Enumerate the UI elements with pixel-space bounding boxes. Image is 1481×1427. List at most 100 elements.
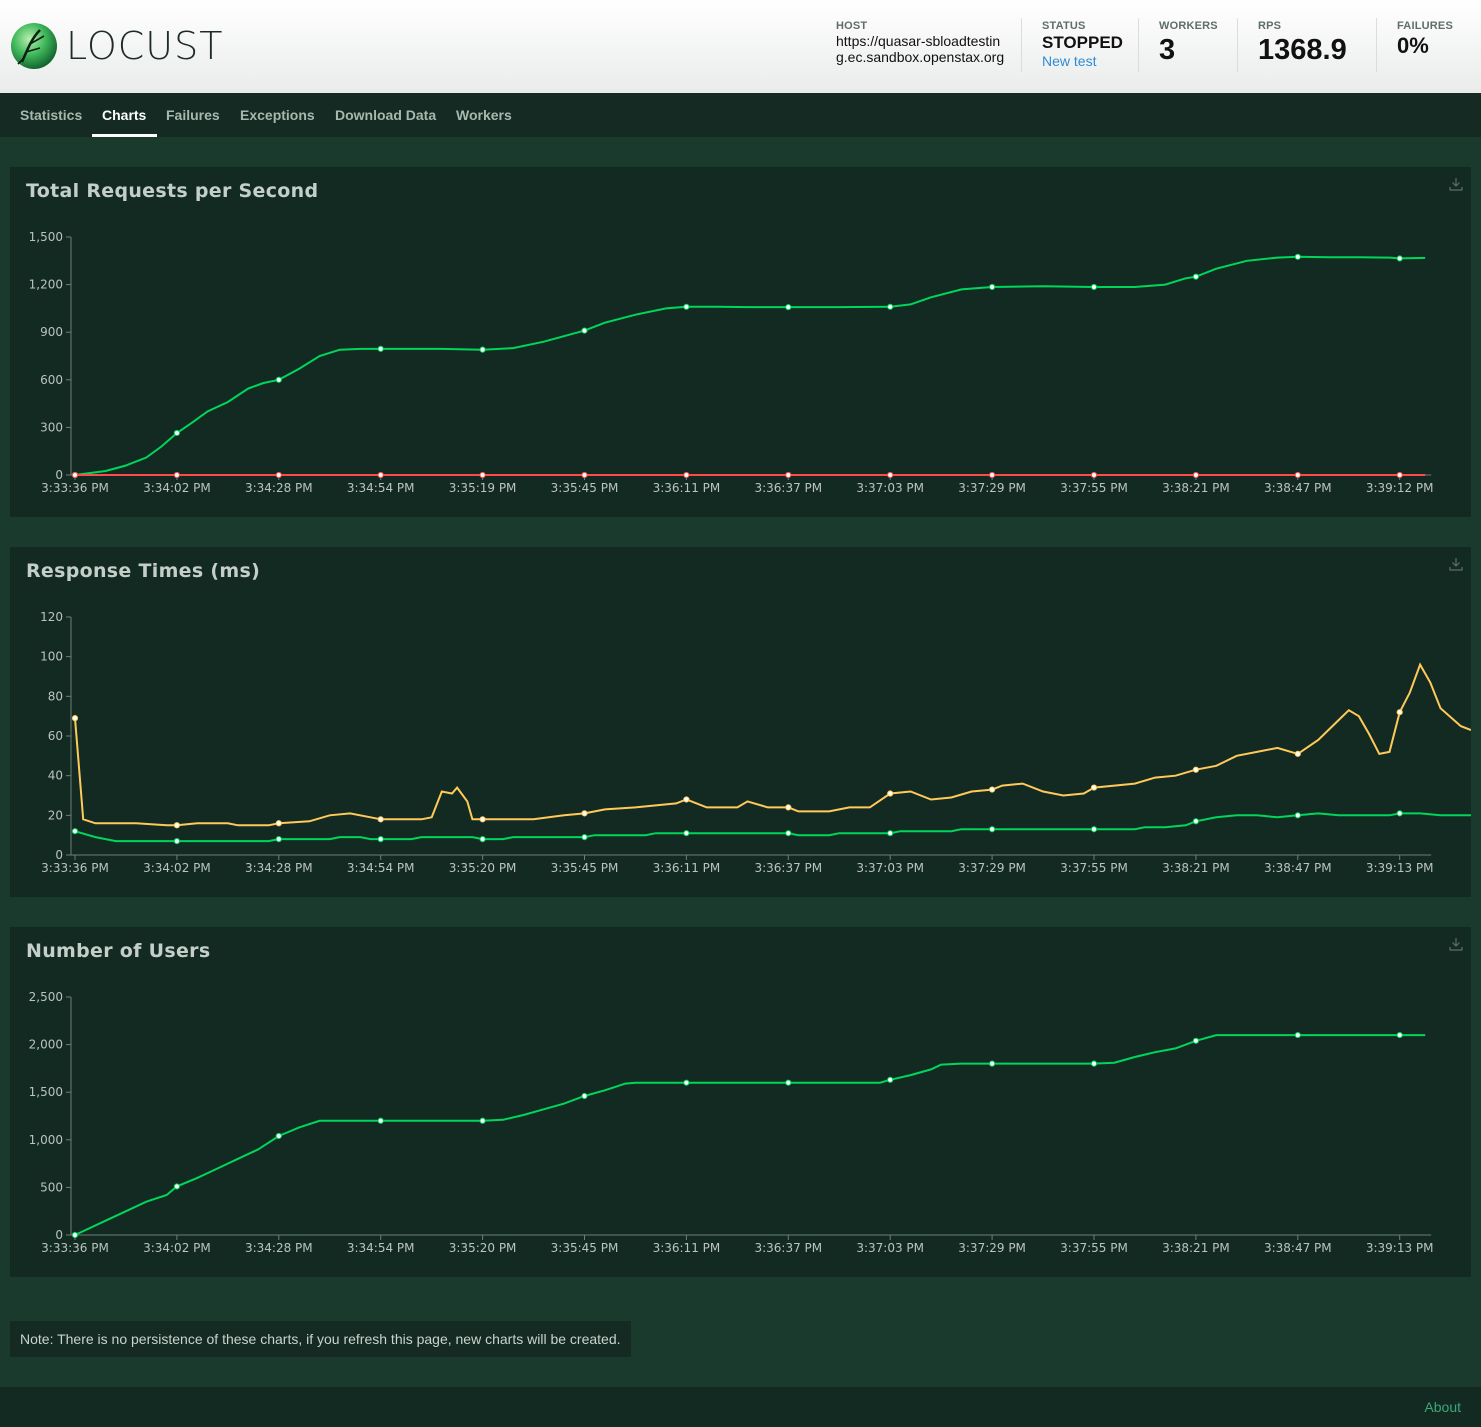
y-tick-label: 0 [55, 468, 63, 482]
y-tick-label: 40 [48, 769, 63, 783]
tab-bar: Statistics Charts Failures Exceptions Do… [0, 93, 1481, 137]
series-point [479, 471, 486, 479]
x-tick-label: 3:34:54 PM [347, 1241, 415, 1255]
series-point [1090, 1060, 1098, 1067]
x-tick-label: 3:34:28 PM [245, 1241, 313, 1255]
x-tick-label: 3:36:11 PM [653, 861, 721, 875]
x-tick-label: 3:38:47 PM [1264, 861, 1332, 875]
new-test-link[interactable]: New test [1042, 53, 1123, 69]
rps-chart: 0 300 600 900 1,200 1,500 3:33:36 PM 3:34:02 PM… [29, 230, 1434, 495]
series-point [683, 471, 690, 479]
y-tick-label: 500 [40, 1180, 63, 1194]
series-point [71, 1231, 79, 1239]
x-tick-label: 3:37:29 PM [958, 861, 1026, 875]
series-point [275, 376, 282, 383]
series-point [275, 820, 282, 827]
series-point [683, 796, 690, 803]
series-point [683, 303, 690, 310]
download-icon[interactable] [1449, 557, 1463, 571]
series-point [581, 810, 588, 817]
workers-label: WORKERS [1159, 20, 1218, 32]
x-tick-label: 3:35:19 PM [449, 481, 517, 495]
x-tick-label: 3:34:02 PM [143, 1241, 211, 1255]
x-tick-label: 3:39:13 PM [1366, 1241, 1434, 1255]
x-tick-label: 3:38:21 PM [1162, 1241, 1230, 1255]
x-tick-label: 3:36:37 PM [754, 1241, 822, 1255]
locust-logo-icon[interactable] [10, 22, 58, 70]
y-tick-label: 20 [48, 808, 63, 822]
series-point [377, 1117, 384, 1124]
about-link[interactable]: About [1424, 1399, 1461, 1415]
series-point [887, 303, 894, 310]
series-point [683, 1079, 690, 1086]
status-stat: STATUS STOPPED New test [1042, 20, 1123, 69]
series-point [1396, 709, 1403, 716]
series-point [377, 836, 384, 843]
rps-value: 1368.9 [1258, 34, 1347, 66]
series-point [887, 830, 894, 837]
y-tick-label: 1,200 [29, 278, 63, 292]
brand-name: LOCUST [66, 24, 224, 68]
download-icon[interactable] [1449, 177, 1463, 191]
series-point [479, 1117, 486, 1124]
chart-title: Number of Users [26, 940, 211, 962]
users-chart: 0 500 1,000 1,500 2,000 2,500 3:33:36 PM 3:34:0… [29, 990, 1434, 1255]
tab-failures[interactable]: Failures [166, 93, 220, 137]
rps-label: RPS [1258, 20, 1282, 32]
x-tick-label: 3:34:02 PM [143, 481, 211, 495]
series-point [1192, 273, 1200, 280]
x-tick-label: 3:35:45 PM [551, 481, 619, 495]
series-point [377, 471, 384, 479]
x-tick-label: 3:35:20 PM [449, 1241, 517, 1255]
download-icon[interactable] [1449, 937, 1463, 951]
persistence-note: Note: There is no persistence of these c… [10, 1321, 631, 1357]
tab-statistics[interactable]: Statistics [20, 93, 82, 137]
x-tick-label: 3:38:47 PM [1264, 1241, 1332, 1255]
x-tick-label: 3:33:36 PM [41, 1241, 109, 1255]
tab-charts[interactable]: Charts [102, 93, 146, 137]
top-header: LOCUST HOST https://quasar-sbloadtesting… [0, 0, 1481, 93]
series-point [581, 834, 588, 841]
series-point [887, 790, 894, 797]
series-point [785, 1079, 792, 1086]
series-point [1396, 1031, 1403, 1039]
series-point [377, 345, 384, 352]
y-tick-label: 2,500 [29, 990, 63, 1004]
chart-panel-rps: 0 300 600 900 1,200 1,500 3:33:36 PM 3:34:02 PM… [10, 167, 1471, 517]
series-point [479, 346, 486, 353]
tab-exceptions[interactable]: Exceptions [240, 93, 315, 137]
x-tick-label: 3:39:13 PM [1366, 861, 1434, 875]
series-point [377, 816, 384, 823]
y-tick-label: 1,500 [29, 1085, 63, 1099]
series-point [887, 1076, 894, 1083]
series-point [785, 804, 792, 811]
response-times-chart: 0 20 40 60 80 100 120 3:33:36 PM 3:34:02 PM 3:34:… [40, 610, 1471, 875]
series-line [74, 812, 1471, 843]
active-tab-indicator [92, 134, 157, 137]
y-tick-label: 120 [40, 610, 63, 624]
series-point [1294, 471, 1301, 479]
series-point [71, 715, 79, 722]
series-point [989, 283, 996, 291]
series-point [785, 471, 792, 479]
failures-label: FAILURES [1397, 20, 1453, 32]
x-tick-label: 3:37:55 PM [1060, 481, 1128, 495]
host-value: https://quasar-sbloadtesting.ec.sandbox.… [836, 33, 1005, 65]
series-point [173, 1183, 180, 1190]
series-point [1090, 826, 1098, 833]
x-tick-label: 3:37:29 PM [958, 481, 1026, 495]
tab-workers[interactable]: Workers [456, 93, 512, 137]
chart-panel-response-times: 0 20 40 60 80 100 120 3:33:36 PM 3:34:02 PM 3:34:… [10, 547, 1471, 897]
y-tick-label: 80 [48, 689, 63, 703]
status-value: STOPPED [1042, 33, 1123, 52]
host-label: HOST [836, 20, 868, 32]
x-tick-label: 3:37:55 PM [1060, 1241, 1128, 1255]
tab-download-data[interactable]: Download Data [335, 93, 436, 137]
rps-stat: RPS 1368.9 [1258, 20, 1347, 67]
y-tick-label: 100 [40, 650, 63, 664]
series-point [275, 1132, 282, 1140]
series-line [74, 255, 1426, 476]
y-tick-label: 0 [55, 1228, 63, 1242]
x-tick-label: 3:33:36 PM [41, 481, 109, 495]
x-tick-label: 3:36:11 PM [653, 1241, 721, 1255]
